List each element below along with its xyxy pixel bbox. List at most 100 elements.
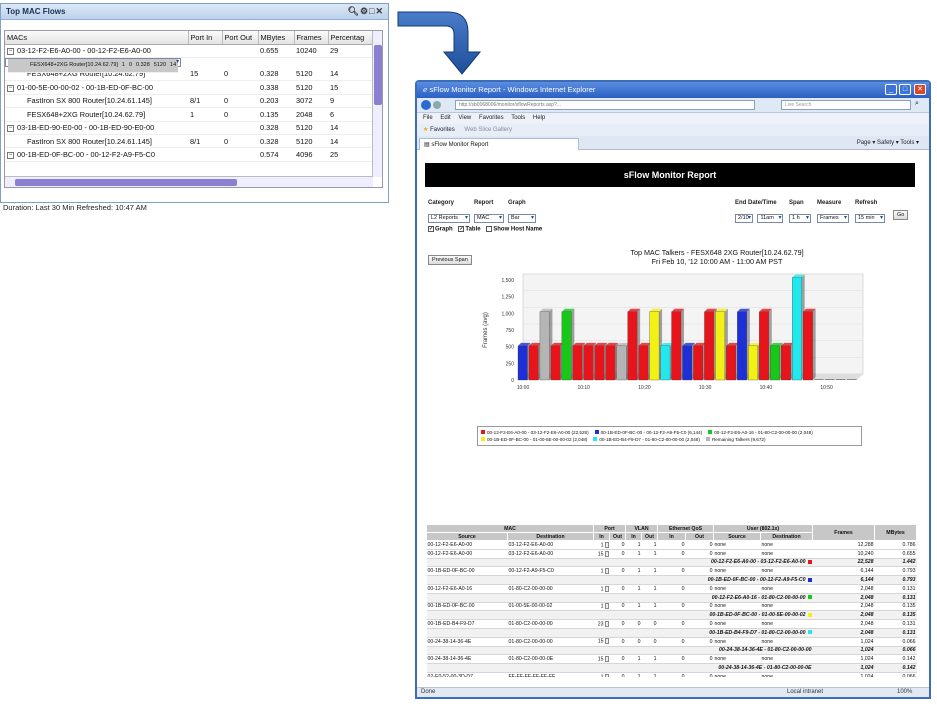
end-date-input[interactable]: 2/10 <box>735 214 753 223</box>
mac-label: 01-00-5E-00-00-02 - 00-1B-ED-0F-BC-00 <box>17 83 153 93</box>
mac-header: MAC <box>425 524 595 533</box>
mac-cell: FESX648+2XG Router[10.24.62.79] <box>5 107 188 122</box>
subtotal-label: 00-24-38-14-36-4E - 01-80-C2-00-00-0E <box>426 663 813 673</box>
flow-row[interactable]: −03-1B-ED-90-E0-00 - 00-1B-ED-90-E0-00 0.… <box>5 121 373 135</box>
port-spinner[interactable] <box>604 585 609 592</box>
qos-out-cell: 0 <box>685 540 714 550</box>
search-icon[interactable]: 🔍︎ <box>348 6 360 16</box>
host-name-checkbox[interactable] <box>486 226 493 232</box>
forward-button[interactable] <box>433 101 441 109</box>
vlan-in-cell: 0 <box>625 637 642 647</box>
mbytes-cell: 1.442 <box>874 558 917 568</box>
qos-out-cell: 0 <box>685 672 714 677</box>
chart-bar <box>649 311 660 381</box>
user-source-cell: none <box>713 566 761 577</box>
command-bar[interactable]: Page ▾ Safety ▾ Tools ▾ <box>857 139 919 146</box>
mac-label: FastIron SX 800 Router[10.24.61.145] <box>27 96 152 106</box>
menu-edit[interactable]: Edit <box>440 115 450 121</box>
column-header[interactable]: Percentag <box>328 31 374 45</box>
frames-cell: 6,144 <box>812 575 875 585</box>
report-select[interactable]: MAC <box>474 214 504 223</box>
refresh-select[interactable]: 15 min <box>855 214 885 223</box>
star-icon[interactable]: ★ <box>423 127 428 133</box>
flow-row[interactable]: FESX648+2XG Router[10.24.62.79] 1 0 0.328 51… <box>5 58 182 74</box>
end-time-select[interactable]: 11am <box>757 214 784 223</box>
column-header[interactable]: Port Out <box>222 31 259 45</box>
flow-row[interactable]: FastIron SX 800 Router[10.24.61.145] 8/1 0… <box>5 134 373 149</box>
frames-cell: 5120 <box>294 134 328 149</box>
column-header[interactable]: Port In <box>188 31 223 45</box>
flow-row[interactable]: FESX648+2XG Router[10.24.62.79] 1 0 0.135 20… <box>5 107 373 122</box>
close-button[interactable]: ✕ <box>914 84 926 95</box>
port-spinner[interactable] <box>604 620 609 627</box>
frames-cell: 1,024 <box>812 637 875 647</box>
graph-select[interactable]: Bar <box>508 214 536 223</box>
collapse-icon[interactable]: − <box>7 84 14 92</box>
frames-cell: 22,528 <box>812 558 875 568</box>
favorites-button[interactable]: Favorites <box>430 127 455 133</box>
qos-out-cell: 0 <box>685 637 714 647</box>
go-button[interactable]: Go <box>893 210 909 220</box>
flow-row[interactable]: −01-00-5E-00-00-02 - 00-1B-ED-0F-BC-00 0.… <box>5 80 373 95</box>
scroll-thumb[interactable] <box>15 179 237 186</box>
mac-label: 03-1B-ED-90-E0-00 - 00-1B-ED-90-E0-00 <box>17 123 155 133</box>
collapse-icon[interactable]: − <box>7 47 14 55</box>
scroll-thumb[interactable] <box>374 45 382 105</box>
collapse-icon[interactable]: − <box>7 124 14 132</box>
frames-cell: 10240 <box>294 44 328 58</box>
zoom-level[interactable]: 100% <box>897 689 912 695</box>
legend-items: 00-12-F2-E6-A0-00 - 03-12-F2-E6-A0-00 (2… <box>481 429 858 443</box>
user-destination-cell: none <box>760 637 813 647</box>
collapse-icon[interactable]: − <box>7 151 14 159</box>
back-button[interactable] <box>421 100 431 110</box>
flow-row[interactable]: FastIron SX 800 Router[10.24.61.145] 8/1 0… <box>5 94 373 109</box>
legend-swatch <box>481 437 485 441</box>
column-header[interactable]: Frames <box>294 31 329 45</box>
port-spinner[interactable] <box>604 541 609 548</box>
menu-file[interactable]: File <box>423 115 433 121</box>
column-header[interactable]: MBytes <box>258 31 295 45</box>
port-spinner[interactable] <box>604 673 609 677</box>
menu-help[interactable]: Help <box>533 115 545 121</box>
measure-select[interactable]: Frames <box>817 214 849 223</box>
flow-row[interactable]: −03-12-F2-E6-A0-00 - 00-12-F2-E6-A0-00 0.… <box>5 44 373 58</box>
minimize-button[interactable]: _ <box>885 84 897 95</box>
port-spinner[interactable] <box>604 656 609 663</box>
search-input[interactable]: Live Search <box>781 100 911 110</box>
vertical-scrollbar[interactable] <box>372 31 382 177</box>
port-out-cell: 0 <box>222 94 258 109</box>
menu-view[interactable]: View <box>458 115 471 121</box>
address-input[interactable]: http://sb0068006/monitor/sflowReports.as… <box>455 100 755 110</box>
port-spinner[interactable] <box>604 603 609 610</box>
mbytes-cell: 0.338 <box>258 80 294 95</box>
table-checkbox[interactable]: ✓ <box>458 226 465 232</box>
menu-tools[interactable]: Tools <box>511 115 525 121</box>
previous-span-button[interactable]: Previous Span <box>428 255 472 265</box>
port-in-cell: 1 <box>593 566 610 577</box>
report-control: Report MAC <box>474 200 504 224</box>
destination-header: Destination <box>506 532 595 541</box>
user-destination-cell: none <box>760 654 813 665</box>
port-spinner[interactable] <box>604 638 609 645</box>
horizontal-scrollbar[interactable] <box>5 176 373 187</box>
destination-mac-cell: 01-80-C2-00-00-00 <box>507 637 594 647</box>
browser-window: ℯ sFlow Monitor Report - Windows Interne… <box>415 80 931 699</box>
port-spinner[interactable] <box>604 550 609 557</box>
search-icon[interactable]: ⌕ <box>915 100 919 108</box>
mac-label: FastIron SX 800 Router[10.24.61.145] <box>27 136 152 146</box>
graph-checkbox[interactable]: ✓ <box>428 226 434 232</box>
settings-icon[interactable]: ⚙ <box>360 6 369 16</box>
chart-bar <box>539 311 550 381</box>
span-select[interactable]: 1 h <box>789 214 811 223</box>
chart-bar <box>726 345 737 381</box>
web-slice-link[interactable]: Web Slice Gallery <box>464 127 512 133</box>
tab-sflow-report[interactable]: ▤ sFlow Monitor Report <box>419 138 579 150</box>
flow-row[interactable]: −00-1B-ED-0F-BC-00 - 00-12-F2-A9-F5-C0 0.… <box>5 147 373 162</box>
category-select[interactable]: L2 Reports <box>428 214 470 223</box>
maximize-button[interactable]: □ <box>899 84 911 95</box>
column-header[interactable]: MACs <box>5 31 189 45</box>
y-tick-label: 1,500 <box>501 278 514 284</box>
close-icon[interactable]: ✕ <box>375 6 384 16</box>
menu-favorites[interactable]: Favorites <box>479 115 504 121</box>
port-spinner[interactable] <box>604 568 609 575</box>
